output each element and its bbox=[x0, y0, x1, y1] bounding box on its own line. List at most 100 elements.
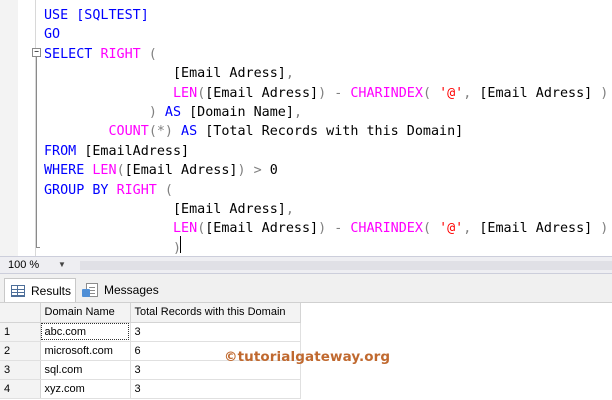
code-token: CHARINDEX bbox=[350, 85, 423, 101]
code-token: [Email Adress] bbox=[44, 66, 286, 82]
domain-cell[interactable]: xyz.com bbox=[40, 379, 131, 399]
code-token: [Email Adress] bbox=[479, 221, 593, 237]
code-token: , bbox=[293, 104, 302, 120]
code-token: LEN bbox=[173, 85, 198, 101]
outline-rail bbox=[36, 57, 37, 247]
code-line[interactable]: GO bbox=[44, 25, 608, 44]
code-token: CHARINDEX bbox=[350, 221, 423, 237]
column-header-domain-name[interactable]: Domain Name bbox=[40, 303, 131, 323]
collapse-icon[interactable]: − bbox=[32, 48, 41, 57]
code-token: ) - bbox=[318, 221, 351, 237]
code-token: GO bbox=[44, 27, 61, 43]
domain-cell[interactable]: abc.com bbox=[40, 322, 131, 342]
outline-rail-end bbox=[36, 247, 40, 248]
code-line[interactable]: WHERE LEN([Email Adress]) > 0 bbox=[44, 161, 608, 180]
code-token: '@' bbox=[439, 85, 464, 101]
code-token: ) bbox=[592, 85, 609, 101]
domain-cell[interactable]: microsoft.com bbox=[40, 341, 131, 361]
code-token: ) bbox=[592, 221, 609, 237]
code-token: , bbox=[463, 221, 480, 237]
code-token: , bbox=[463, 85, 480, 101]
tab-messages-label: Messages bbox=[104, 283, 159, 297]
code-line[interactable]: GROUP BY RIGHT ( bbox=[44, 181, 608, 200]
message-icon bbox=[82, 283, 98, 297]
code-line[interactable]: ) AS [Domain Name], bbox=[44, 103, 608, 122]
code-line[interactable]: LEN([Email Adress]) - CHARINDEX( '@', [E… bbox=[44, 219, 608, 238]
code-token: '@' bbox=[439, 221, 464, 237]
count-cell[interactable]: 3 bbox=[130, 379, 301, 399]
code-token: [Email Adress] bbox=[205, 85, 319, 101]
code-token: [Total Records with this Domain] bbox=[205, 124, 464, 140]
code-token: ( bbox=[140, 46, 157, 62]
code-line[interactable]: [Email Adress], bbox=[44, 64, 608, 83]
code-token: SELECT bbox=[44, 46, 101, 62]
count-cell[interactable]: 3 bbox=[130, 322, 301, 342]
code-line[interactable]: [Email Adress], bbox=[44, 200, 608, 219]
grid-icon bbox=[11, 284, 25, 297]
header-row: Domain Name Total Records with this Doma… bbox=[0, 303, 301, 323]
code-line[interactable]: COUNT(*) AS [Total Records with this Dom… bbox=[44, 122, 608, 141]
code-line[interactable]: LEN([Email Adress]) - CHARINDEX( '@', [E… bbox=[44, 84, 608, 103]
row-number[interactable]: 3 bbox=[0, 360, 41, 380]
code-token: RIGHT bbox=[116, 182, 157, 198]
code-token: FROM bbox=[44, 143, 85, 159]
code-token: COUNT bbox=[108, 124, 149, 140]
zoom-bar: 100 % ▼ bbox=[0, 256, 612, 274]
tab-results[interactable]: Results bbox=[4, 278, 76, 302]
corner-cell[interactable] bbox=[0, 303, 41, 323]
code-token: LEN bbox=[92, 163, 117, 179]
code-token: USE [SQLTEST] bbox=[44, 8, 149, 23]
code-token: , bbox=[285, 201, 294, 217]
zoom-select[interactable]: 100 % ▼ bbox=[8, 258, 66, 272]
code-token: [Email Adress] bbox=[124, 163, 238, 179]
code-token: AS bbox=[156, 104, 190, 120]
code-token: , bbox=[285, 66, 294, 82]
code-line[interactable]: SELECT RIGHT ( bbox=[44, 45, 608, 64]
code-line[interactable]: FROM [EmailAdress] bbox=[44, 142, 608, 161]
code-token: [Domain Name] bbox=[189, 104, 294, 120]
table-row[interactable]: 4 xyz.com 3 bbox=[0, 379, 301, 399]
domain-cell[interactable]: sql.com bbox=[40, 360, 131, 380]
result-tabs: Results Messages bbox=[0, 274, 612, 303]
code-token: [Email Adress] bbox=[479, 85, 593, 101]
code-token: [Email Adress] bbox=[44, 201, 286, 217]
code-token: LEN bbox=[173, 221, 198, 237]
row-number[interactable]: 2 bbox=[0, 341, 41, 361]
query-text[interactable]: USE [SQLTEST] GO SELECT RIGHT ( [Email Adr… bbox=[44, 6, 608, 256]
code-token: [Email Adress] bbox=[205, 221, 319, 237]
code-token: WHERE bbox=[44, 163, 93, 179]
zoom-value: 100 % bbox=[8, 259, 40, 271]
code-token: 0 bbox=[269, 163, 278, 179]
row-number[interactable]: 4 bbox=[0, 379, 41, 399]
code-token: [EmailAdress] bbox=[84, 143, 190, 159]
chevron-down-icon: ▼ bbox=[58, 260, 66, 269]
tab-messages[interactable]: Messages bbox=[80, 278, 160, 302]
table-row[interactable]: 1 abc.com 3 bbox=[0, 322, 301, 342]
tab-results-label: Results bbox=[31, 283, 72, 298]
watermark: ©tutorialgateway.org bbox=[224, 349, 391, 365]
code-line[interactable]: ) bbox=[44, 239, 608, 256]
code-line[interactable]: USE [SQLTEST] bbox=[44, 6, 608, 25]
horizontal-scrollbar[interactable] bbox=[80, 261, 612, 270]
row-number[interactable]: 1 bbox=[0, 322, 41, 342]
code-token: ( bbox=[422, 221, 440, 237]
code-token: RIGHT bbox=[100, 46, 141, 62]
code-token: ) - bbox=[318, 85, 351, 101]
sql-editor[interactable]: − USE [SQLTEST] GO SELECT RIGHT ( [Email A… bbox=[0, 0, 612, 256]
editor-gutter bbox=[0, 0, 18, 256]
code-token: ) > bbox=[237, 163, 270, 179]
text-caret bbox=[180, 236, 181, 253]
code-token: (*) bbox=[148, 124, 173, 140]
column-header-total-records[interactable]: Total Records with this Domain bbox=[130, 303, 301, 323]
code-token: ) bbox=[148, 104, 157, 120]
code-token: AS bbox=[173, 124, 206, 140]
code-token: ( bbox=[116, 163, 125, 179]
code-token: ( bbox=[156, 182, 173, 198]
code-token: GROUP BY bbox=[44, 182, 117, 198]
code-token: ( bbox=[422, 85, 440, 101]
